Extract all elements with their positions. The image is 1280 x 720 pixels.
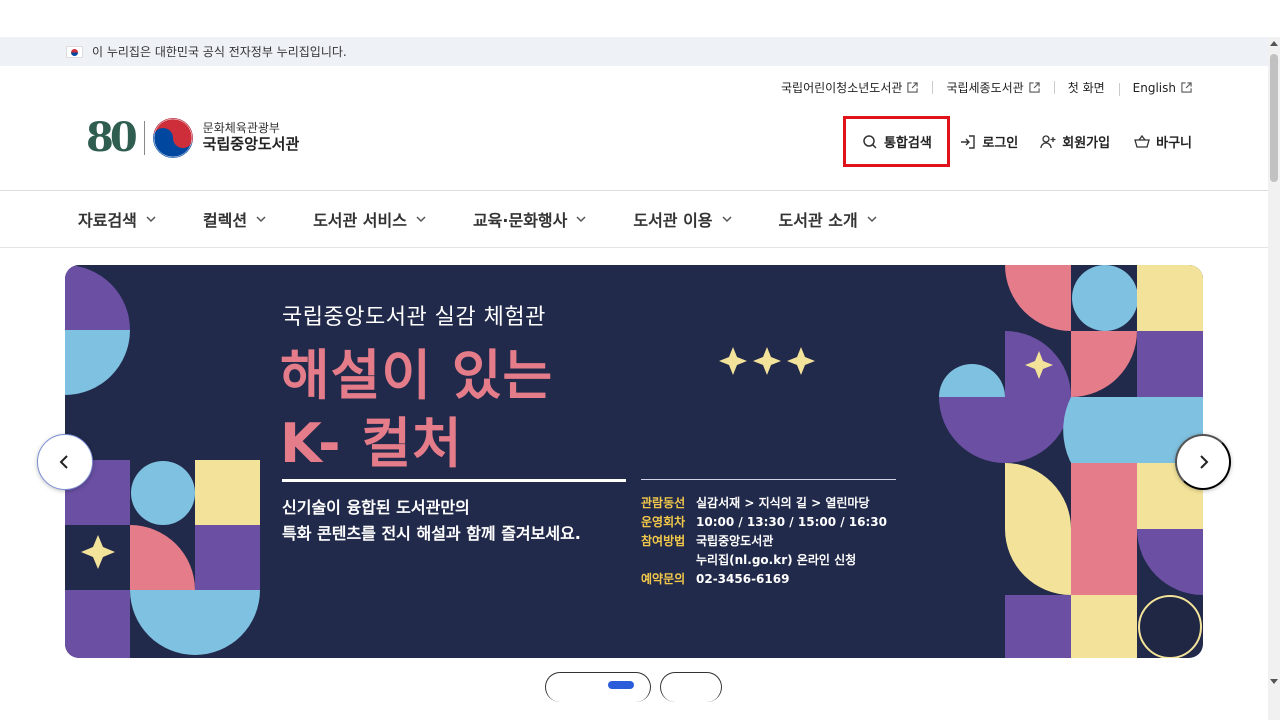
header-actions: 통합검색 로그인 회원가입 바구니 [843,116,1192,167]
taegeuk-emblem-icon [152,118,193,158]
nav-item-education-events[interactable]: 교육·문화행사 [473,207,587,231]
pagination-active-indicator [608,681,634,689]
banner-title-line1: 해설이 있는 [280,344,554,407]
chevron-down-icon [256,216,266,223]
utility-links: 국립어린이청소년도서관 국립세종도서관 첫 화면 English [767,79,1192,96]
info-row-method: 참여방법 국립중앙도서관 [641,534,774,548]
page-scrollbar[interactable] [1268,37,1280,720]
chevron-down-icon [576,216,586,223]
nav-item-about[interactable]: 도서관 소개 [779,207,878,231]
chevron-down-icon [146,216,156,223]
banner-divider-left [282,479,626,482]
login-button[interactable]: 로그인 [960,132,1018,151]
util-link-sejong-library[interactable]: 국립세종도서관 [932,79,1053,96]
banner-title-line2: K- 컬처 [280,412,463,475]
chevron-down-icon [722,216,732,223]
logo-divider [143,121,145,155]
external-link-icon [1029,82,1040,93]
info-row-route: 관람동선 실감서재 > 지식의 길 > 열린마당 [641,496,870,510]
scroll-down-arrow-icon[interactable] [1270,679,1278,684]
scroll-up-arrow-icon[interactable] [1270,41,1278,46]
search-icon [863,134,877,149]
banner-geometric-decoration [65,265,1203,658]
util-link-children-library[interactable]: 국립어린이청소년도서관 [767,79,932,96]
banner-description-line2: 특화 콘텐츠를 전시 해설과 함께 즐겨보세요. [282,524,581,543]
nav-item-library-use[interactable]: 도서관 이용 [633,207,732,231]
util-link-english[interactable]: English [1118,81,1192,96]
external-link-icon [1181,82,1192,93]
banner-pagination[interactable] [545,672,651,702]
banner-prev-button[interactable] [37,434,93,490]
scrollbar-thumb[interactable] [1270,54,1278,182]
site-logo[interactable]: 80 문화체육관광부 국립중앙도서관 [86,118,299,158]
login-icon [961,134,976,149]
banner-next-button[interactable] [1175,434,1231,490]
banner-autoplay-control[interactable] [660,672,722,702]
banner-divider-right [641,479,896,480]
basket-icon [1134,134,1150,148]
hero-banner[interactable]: 국립중앙도서관 실감 체험관 해설이 있는 K- 컬처 신기술이 융합된 도서관… [65,265,1203,658]
chevron-right-icon [1200,455,1209,469]
80th-anniversary-mark: 80 [86,114,138,161]
banner-description-line1: 신기술이 융합된 도서관만의 [282,498,470,517]
nav-item-search[interactable]: 자료검색 [78,207,157,231]
gov-banner-text: 이 누리집은 대한민국 공식 전자정부 누리집입니다. [92,45,347,59]
logo-text: 문화체육관광부 국립중앙도서관 [202,121,300,154]
page: 이 누리집은 대한민국 공식 전자정부 누리집입니다. 국립어린이청소년도서관 … [0,0,1280,720]
banner-info-list: 관람동선 실감서재 > 지식의 길 > 열린마당 운영회차 10:00 / 13… [641,494,887,589]
nav-item-collection[interactable]: 컬렉션 [203,207,267,231]
info-row-schedule: 운영회차 10:00 / 13:30 / 15:00 / 16:30 [641,515,888,529]
cart-button[interactable]: 바구니 [1134,132,1192,151]
chevron-down-icon [867,216,877,223]
info-row-method-cont: 누리집(nl.go.kr) 온라인 신청 [696,553,857,567]
banner-subtitle: 국립중앙도서관 실감 체험관 [282,305,546,330]
nav-item-library-service[interactable]: 도서관 서비스 [313,207,427,231]
integrated-search-button[interactable]: 통합검색 [843,116,951,167]
chevron-down-icon [416,216,426,223]
signup-button[interactable]: 회원가입 [1040,132,1110,151]
korea-flag-icon [66,45,83,58]
util-link-home[interactable]: 첫 화면 [1053,79,1119,96]
chevron-left-icon [59,455,68,469]
add-user-icon [1040,134,1056,148]
info-row-contact: 예약문의 02-3456-6169 [641,572,790,586]
external-link-icon [907,82,919,93]
gov-official-banner: 이 누리집은 대한민국 공식 전자정부 누리집입니다. [0,37,1268,66]
main-navigation: 자료검색 컬렉션 도서관 서비스 교육·문화행사 도서관 이용 도서관 소개 [0,191,1268,248]
